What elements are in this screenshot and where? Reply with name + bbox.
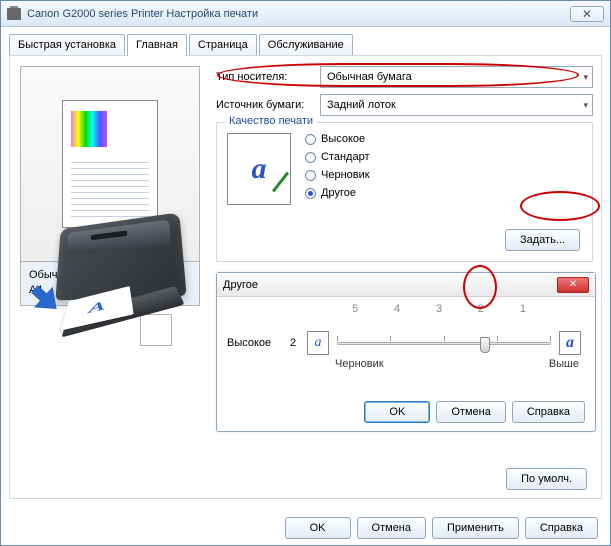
quality-standard-radio[interactable]: Стандарт: [305, 151, 370, 163]
print-quality-title: Качество печати: [225, 115, 317, 127]
dialog-close-button[interactable]: ✕: [557, 277, 589, 293]
quality-slider[interactable]: [337, 333, 551, 353]
quality-sample-icon: a: [227, 133, 291, 205]
paper-source-label: Источник бумаги:: [216, 99, 320, 111]
media-type-select[interactable]: Обычная бумага: [320, 66, 593, 88]
quality-radios: Высокое Стандарт Черновик Другое: [305, 133, 370, 199]
paper-source-value: Задний лоток: [327, 99, 396, 111]
high-sample-icon: a: [559, 331, 581, 355]
quality-draft-radio[interactable]: Черновик: [305, 169, 370, 181]
preview-column: Обычная бумага A4 A: [20, 66, 200, 346]
dialog-help-button[interactable]: Справка: [512, 401, 585, 423]
print-settings-window: Canon G2000 series Printer Настройка печ…: [0, 0, 611, 546]
slider-sub-left: Черновик: [335, 358, 384, 370]
window-body: Быстрая установка Главная Страница Обслу…: [1, 27, 610, 505]
dialog-titlebar: Другое ✕: [217, 273, 595, 297]
dialog-cancel-button[interactable]: Отмена: [436, 401, 505, 423]
printer-illustration: A: [30, 198, 210, 338]
slider-tick-labels: 5 4 3 2 1: [352, 303, 526, 315]
window-close-button[interactable]: ✕: [570, 6, 604, 22]
media-type-label: Тип носителя:: [216, 71, 320, 83]
tab-quick-setup[interactable]: Быстрая установка: [9, 34, 125, 56]
draft-sample-icon: a: [307, 331, 329, 355]
dialog-buttons: OK Отмена Справка: [364, 401, 585, 423]
slider-thumb[interactable]: [480, 337, 490, 353]
slider-sub-right: Выше: [549, 358, 579, 370]
quality-high-radio[interactable]: Высокое: [305, 133, 370, 145]
cancel-button[interactable]: Отмена: [357, 517, 426, 539]
slider-left-label: Высокое: [227, 337, 283, 349]
ok-button[interactable]: OK: [285, 517, 351, 539]
custom-quality-dialog: Другое ✕ 5 4 3 2 1 Высокое 2 a: [216, 272, 596, 432]
quality-set-button[interactable]: Задать...: [505, 229, 580, 251]
tab-maintenance[interactable]: Обслуживание: [259, 34, 353, 56]
slider-left-num: 2: [283, 337, 303, 349]
print-quality-group: Качество печати a Высокое Стандарт Черно…: [216, 122, 593, 262]
settings-column: Тип носителя: Обычная бумага Источник бу…: [216, 66, 593, 262]
paper-source-select[interactable]: Задний лоток: [320, 94, 593, 116]
tab-main[interactable]: Главная: [127, 34, 187, 56]
quality-other-radio[interactable]: Другое: [305, 187, 370, 199]
dialog-ok-button[interactable]: OK: [364, 401, 430, 423]
tabs: Быстрая установка Главная Страница Обслу…: [9, 33, 602, 56]
apply-button[interactable]: Применить: [432, 517, 519, 539]
media-type-value: Обычная бумага: [327, 71, 412, 83]
footer-buttons: OK Отмена Применить Справка: [1, 517, 610, 539]
help-button[interactable]: Справка: [525, 517, 598, 539]
titlebar: Canon G2000 series Printer Настройка печ…: [1, 1, 610, 27]
window-title: Canon G2000 series Printer Настройка печ…: [27, 8, 258, 20]
tab-pane-main: Обычная бумага A4 A Тип носителя: Обычна…: [9, 55, 602, 499]
printer-icon: [7, 8, 21, 20]
defaults-button[interactable]: По умолч.: [506, 468, 587, 490]
dialog-title: Другое: [223, 279, 258, 291]
tab-page[interactable]: Страница: [189, 34, 257, 56]
